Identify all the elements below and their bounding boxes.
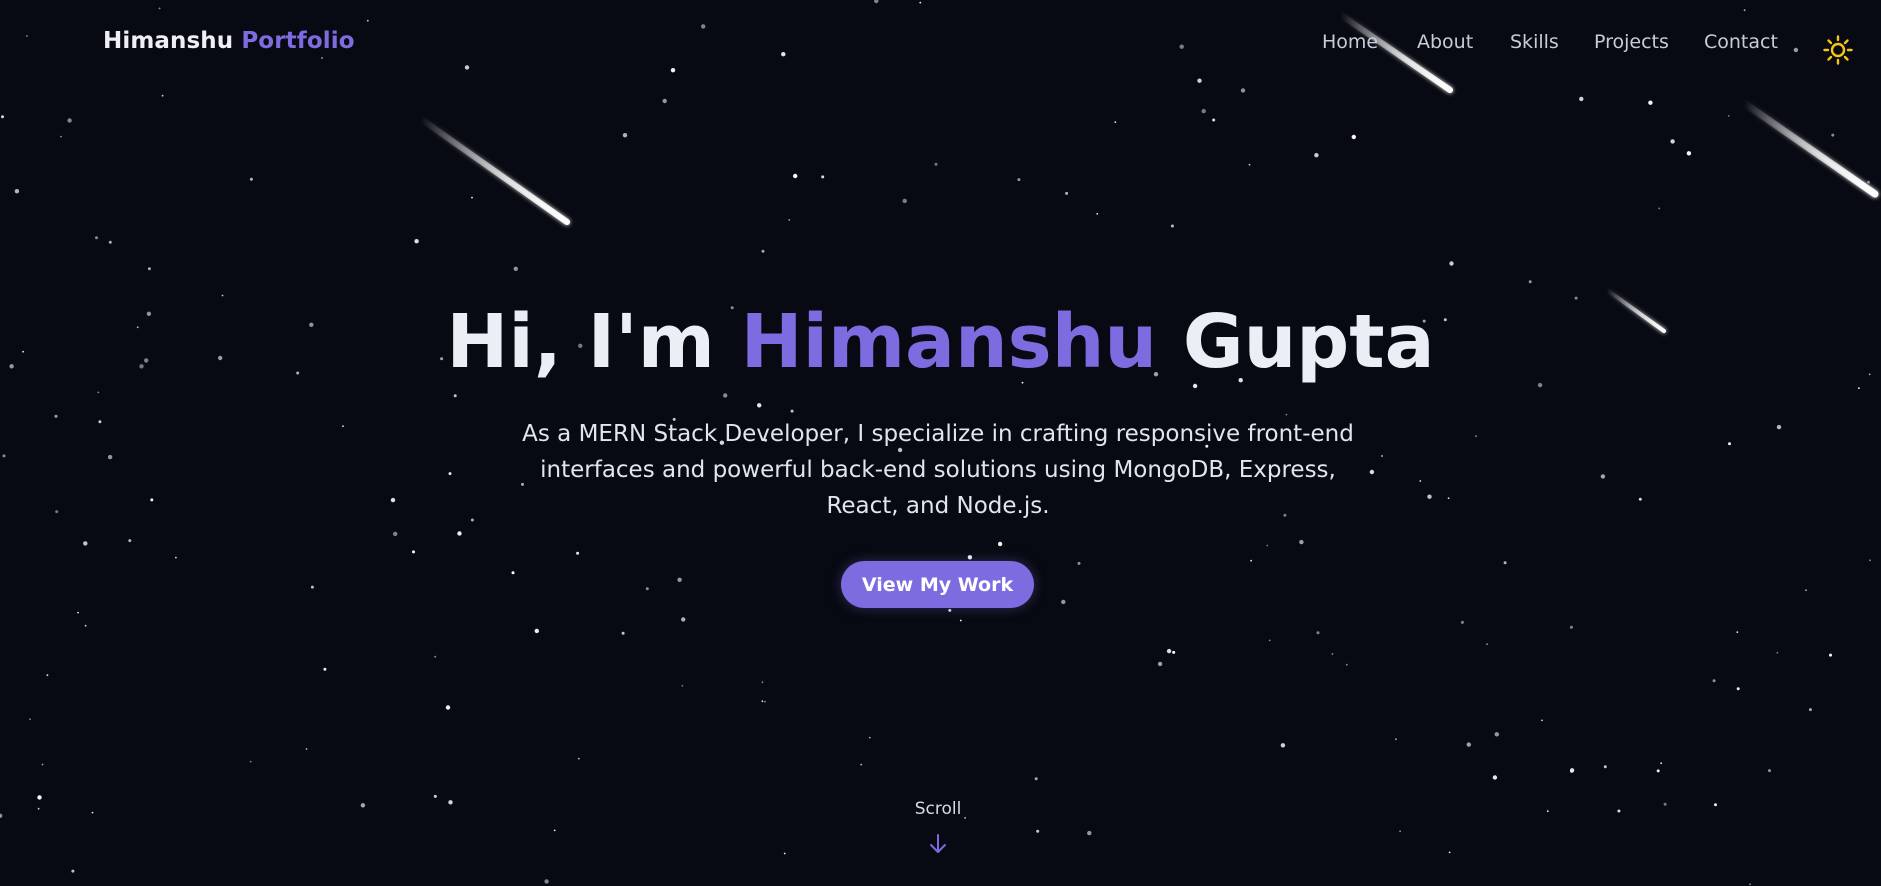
scroll-hint[interactable]: Scroll xyxy=(880,799,996,819)
hero-description: As a MERN Stack Developer, I specialize … xyxy=(522,421,1354,519)
hero-section: Hi, I'm Himanshu Gupta As a MERN Stack D… xyxy=(0,0,1881,886)
page: Himanshu Portfolio Home About Skills Pro… xyxy=(0,0,1881,886)
hero-last-name: Gupta xyxy=(1182,299,1435,385)
arrow-down-icon[interactable] xyxy=(927,832,949,856)
hero-title: Hi, I'm Himanshu Gupta xyxy=(0,305,1881,379)
view-my-work-button[interactable]: View My Work xyxy=(841,561,1034,608)
hero-first-name: Himanshu xyxy=(740,299,1158,385)
hero-greeting: Hi, I'm xyxy=(446,299,715,385)
